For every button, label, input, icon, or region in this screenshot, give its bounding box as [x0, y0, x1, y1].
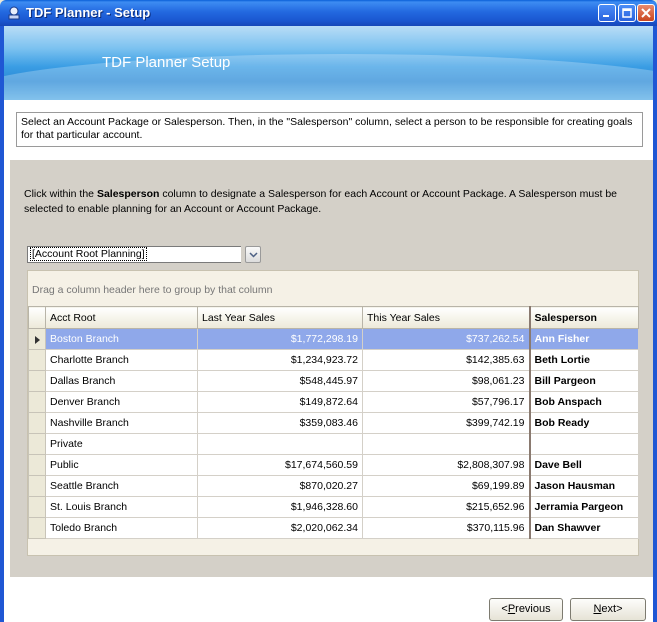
column-header-this-year-sales[interactable]: This Year Sales	[362, 306, 530, 329]
row-selector[interactable]	[28, 454, 46, 476]
close-button[interactable]	[637, 4, 655, 22]
table-row[interactable]: Toledo Branch $2,020,062.34 $370,115.96 Dan…	[28, 517, 639, 539]
last-year-sales-cell[interactable]: $149,872.64	[197, 391, 363, 413]
salesperson-cell[interactable]: Jerramia Pargeon	[528, 496, 639, 518]
salesperson-cell[interactable]: Dan Shawver	[528, 517, 639, 539]
this-year-sales-cell[interactable]: $98,061.23	[362, 370, 530, 392]
row-selector[interactable]	[28, 328, 46, 350]
acct-root-cell[interactable]: Denver Branch	[45, 391, 198, 413]
row-selector[interactable]	[28, 370, 46, 392]
this-year-sales-cell[interactable]: $370,115.96	[362, 517, 530, 539]
acct-root-cell[interactable]: Charlotte Branch	[45, 349, 198, 371]
maximize-button[interactable]	[618, 4, 636, 22]
acct-root-cell[interactable]: St. Louis Branch	[45, 496, 198, 518]
last-year-sales-cell[interactable]: $1,234,923.72	[197, 349, 363, 371]
this-year-sales-cell[interactable]: $399,742.19	[362, 412, 530, 434]
last-year-sales-cell[interactable]: $548,445.97	[197, 370, 363, 392]
salesperson-cell[interactable]: Jason Hausman	[528, 475, 639, 497]
table-row[interactable]: Public $17,674,560.59 $2,808,307.98 Dave Be…	[28, 454, 639, 476]
next-suffix: >	[616, 603, 623, 615]
this-year-sales-cell[interactable]: $2,808,307.98	[362, 454, 530, 476]
salesperson-cell[interactable]: Bill Pargeon	[528, 370, 639, 392]
account-type-select-value[interactable]: [Account Root Planning]	[27, 246, 241, 263]
acct-root-cell[interactable]: Public	[45, 454, 198, 476]
row-selector-header	[28, 306, 46, 329]
instructions-box: Select an Account Package or Salesperson…	[16, 112, 643, 147]
banner-title: TDF Planner Setup	[102, 54, 231, 71]
last-year-sales-cell[interactable]: $1,772,298.19	[197, 328, 363, 350]
table-row[interactable]: Private	[28, 433, 639, 455]
header-banner: TDF Planner Setup	[4, 26, 653, 100]
setup-panel: Click within the Salesperson column to d…	[10, 160, 653, 577]
table-row[interactable]: Dallas Branch $548,445.97 $98,061.23 Bill P…	[28, 370, 639, 392]
this-year-sales-cell[interactable]: $69,199.89	[362, 475, 530, 497]
this-year-sales-cell[interactable]	[362, 433, 530, 455]
account-type-dropdown-button[interactable]	[245, 246, 261, 263]
previous-rest: revious	[515, 603, 551, 615]
last-year-sales-cell[interactable]: $2,020,062.34	[197, 517, 363, 539]
account-grid: Acct Root Last Year Sales This Year Sale…	[28, 306, 639, 539]
table-row[interactable]: Nashville Branch $359,083.46 $399,742.19 Bo…	[28, 412, 639, 434]
salesperson-cell[interactable]: Ann Fisher	[528, 328, 639, 350]
minimize-icon	[603, 15, 609, 17]
row-selector[interactable]	[28, 412, 46, 434]
maximize-icon	[622, 8, 632, 18]
table-row[interactable]: Charlotte Branch $1,234,923.72 $142,385.63…	[28, 349, 639, 371]
salesperson-cell[interactable]: Bob Ready	[528, 412, 639, 434]
column-header-acct-root[interactable]: Acct Root	[45, 306, 198, 329]
minimize-button[interactable]	[598, 4, 616, 22]
acct-root-cell[interactable]: Nashville Branch	[45, 412, 198, 434]
account-type-select-text: [Account Root Planning]	[30, 247, 147, 261]
last-year-sales-cell[interactable]: $1,946,328.60	[197, 496, 363, 518]
acct-root-cell[interactable]: Dallas Branch	[45, 370, 198, 392]
column-header-salesperson[interactable]: Salesperson	[528, 306, 639, 329]
table-row[interactable]: Boston Branch $1,772,298.19 $737,262.54 Ann…	[28, 328, 639, 350]
column-header-last-year-sales[interactable]: Last Year Sales	[197, 306, 363, 329]
row-selector[interactable]	[28, 349, 46, 371]
panel-desc-bold: Salesperson	[96, 188, 160, 200]
this-year-sales-cell[interactable]: $215,652.96	[362, 496, 530, 518]
row-selector[interactable]	[28, 433, 46, 455]
acct-root-cell[interactable]: Toledo Branch	[45, 517, 198, 539]
window-title: TDF Planner - Setup	[26, 5, 151, 20]
salesperson-cell[interactable]: Beth Lortie	[528, 349, 639, 371]
window-frame-right	[653, 26, 657, 622]
last-year-sales-cell[interactable]: $870,020.27	[197, 475, 363, 497]
acct-root-cell[interactable]: Seattle Branch	[45, 475, 198, 497]
row-selector[interactable]	[28, 517, 46, 539]
group-by-hint[interactable]: Drag a column header here to group by th…	[32, 284, 272, 296]
title-bar[interactable]: TDF Planner - Setup	[0, 0, 657, 26]
salesperson-cell[interactable]	[528, 433, 639, 455]
instructions-text: Select an Account Package or Salesperson…	[21, 116, 633, 141]
table-row[interactable]: St. Louis Branch $1,946,328.60 $215,652.96…	[28, 496, 639, 518]
previous-button[interactable]: <Previous	[489, 598, 563, 621]
last-year-sales-cell[interactable]: $17,674,560.59	[197, 454, 363, 476]
acct-root-cell[interactable]: Private	[45, 433, 198, 455]
this-year-sales-cell[interactable]: $737,262.54	[362, 328, 530, 350]
acct-root-cell[interactable]: Boston Branch	[45, 328, 198, 350]
row-selector[interactable]	[28, 496, 46, 518]
grid-container: Drag a column header here to group by th…	[27, 270, 639, 556]
last-year-sales-cell[interactable]	[197, 433, 363, 455]
current-row-arrow-icon	[35, 336, 40, 344]
this-year-sales-cell[interactable]: $142,385.63	[362, 349, 530, 371]
tdf-planner-icon	[8, 6, 20, 20]
table-row[interactable]: Seattle Branch $870,020.27 $69,199.89 Jason…	[28, 475, 639, 497]
row-selector[interactable]	[28, 475, 46, 497]
chevron-down-icon	[249, 252, 258, 258]
panel-desc-prefix: Click within the	[24, 188, 97, 200]
table-row[interactable]: Denver Branch $149,872.64 $57,796.17 Bob An…	[28, 391, 639, 413]
close-icon	[641, 8, 651, 18]
next-button[interactable]: Next>	[570, 598, 646, 621]
account-type-select[interactable]: [Account Root Planning]	[27, 246, 261, 263]
grid-header-row: Acct Root Last Year Sales This Year Sale…	[28, 306, 639, 329]
salesperson-cell[interactable]: Dave Bell	[528, 454, 639, 476]
next-rest: ext	[601, 603, 617, 615]
panel-description: Click within the Salesperson column to d…	[24, 187, 624, 217]
row-selector[interactable]	[28, 391, 46, 413]
this-year-sales-cell[interactable]: $57,796.17	[362, 391, 530, 413]
last-year-sales-cell[interactable]: $359,083.46	[197, 412, 363, 434]
salesperson-cell[interactable]: Bob Anspach	[528, 391, 639, 413]
